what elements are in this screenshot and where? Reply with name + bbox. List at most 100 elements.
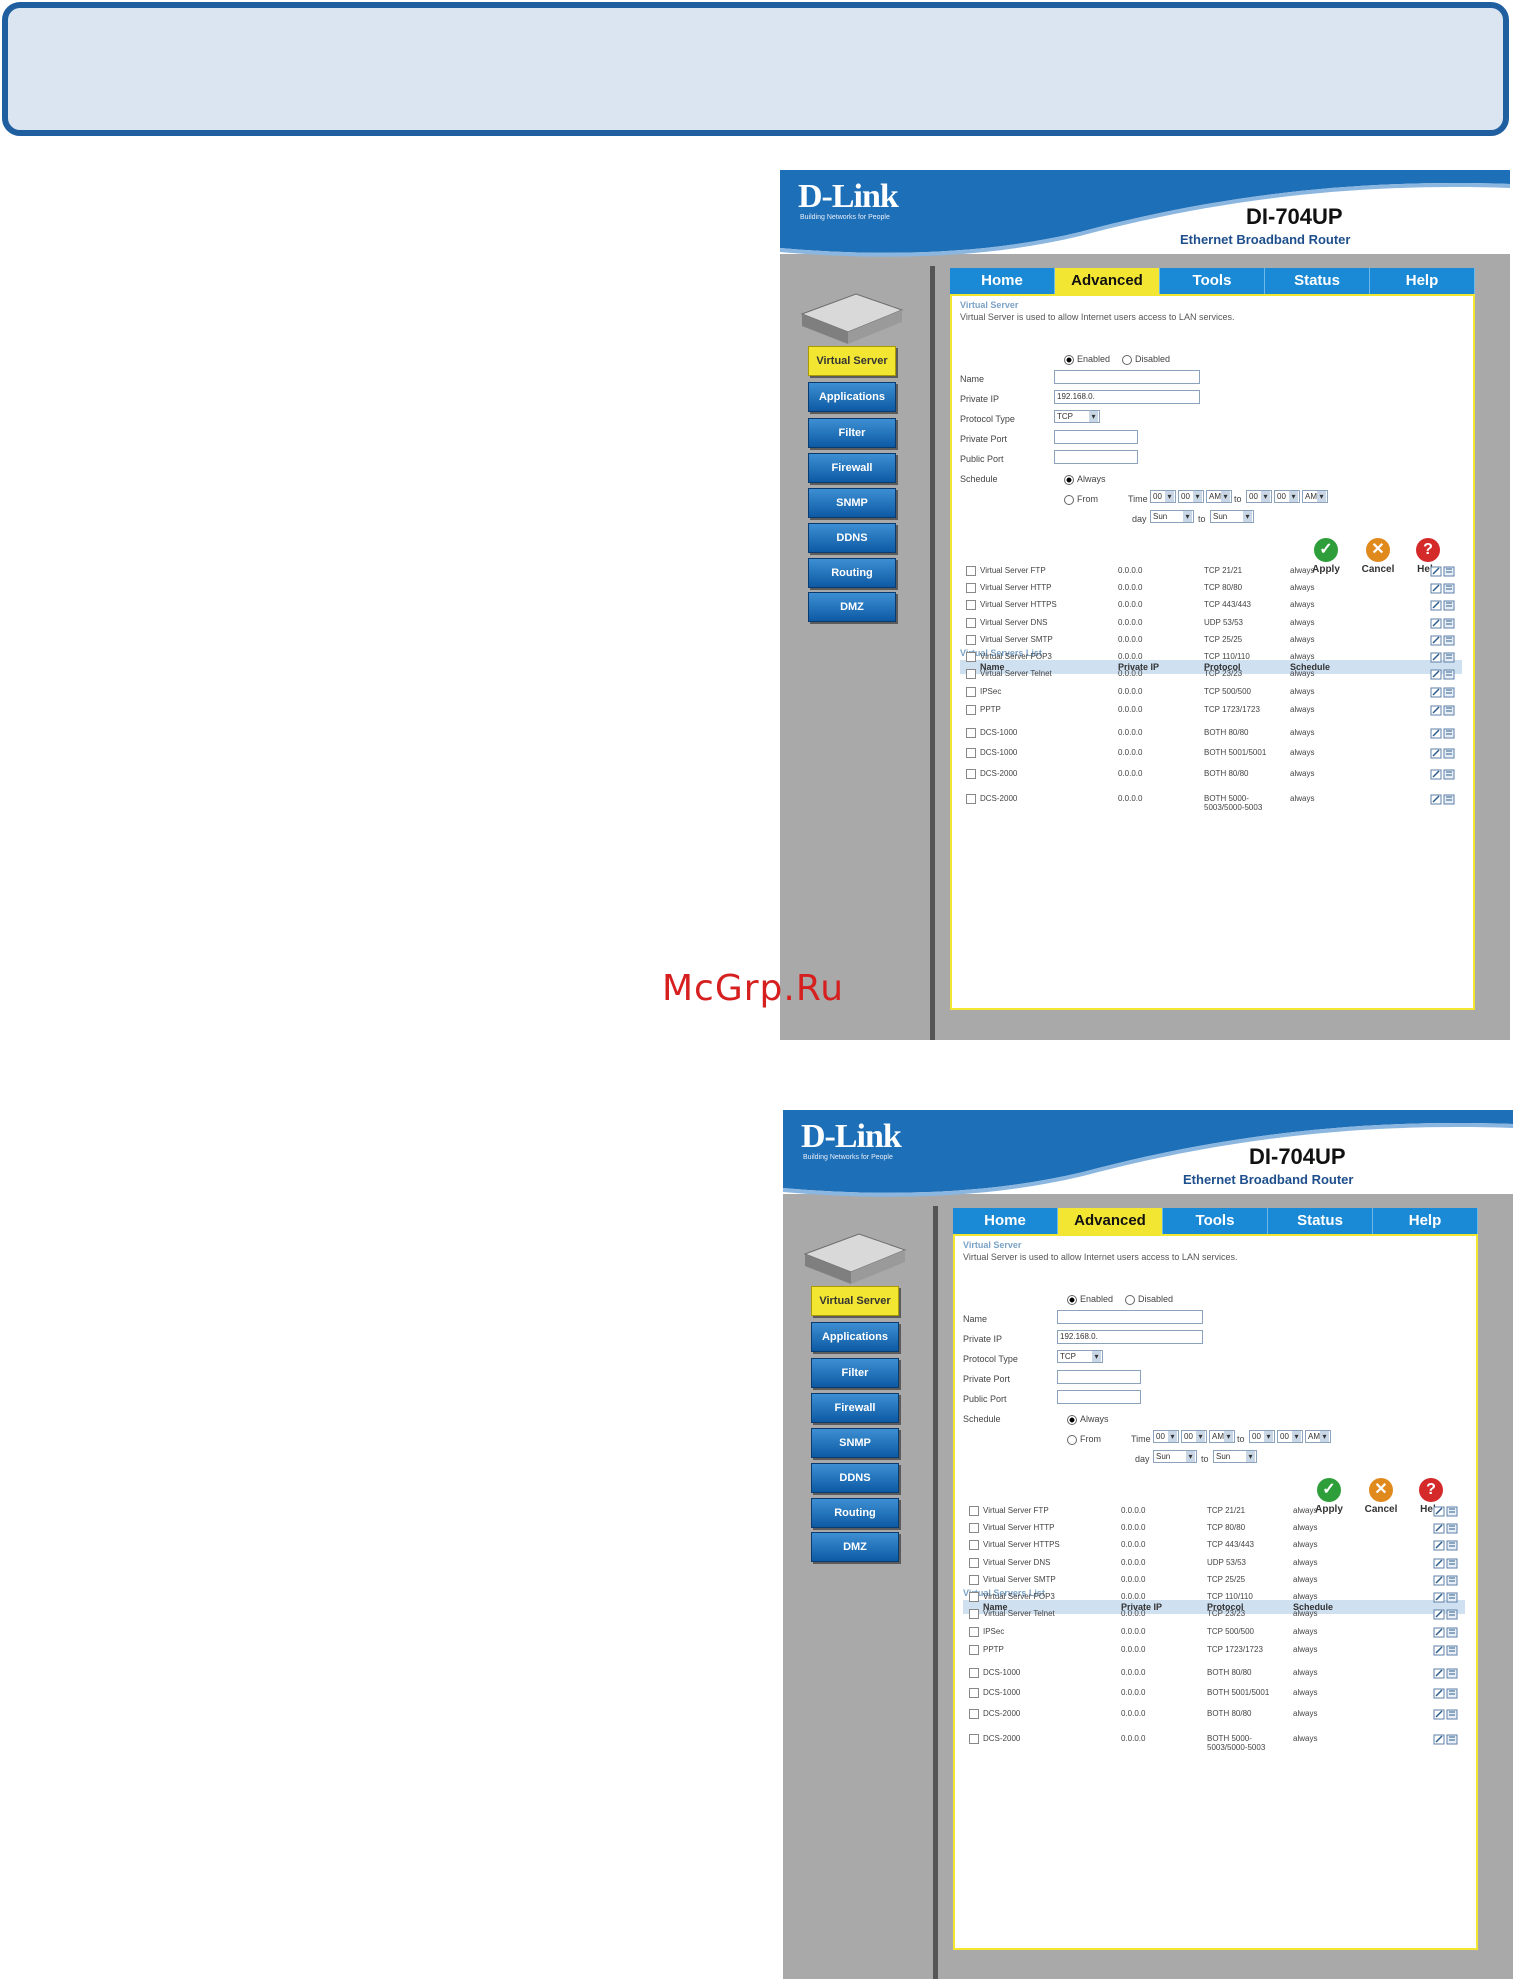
sidebar-item-firewall[interactable]: Firewall bbox=[808, 453, 896, 483]
day-from-select[interactable]: Sun bbox=[1150, 510, 1194, 523]
edit-delete-icon[interactable] bbox=[1430, 566, 1456, 577]
tab-tools[interactable]: Tools bbox=[1160, 268, 1265, 294]
edit-delete-icon[interactable] bbox=[1430, 583, 1456, 594]
time-to-minute-select[interactable]: 00 bbox=[1274, 490, 1300, 503]
sidebar-item-ddns[interactable]: DDNS bbox=[808, 523, 896, 553]
sidebar-item-virtual-server[interactable]: Virtual Server bbox=[808, 346, 896, 376]
edit-delete-icon[interactable] bbox=[1433, 1645, 1459, 1656]
sidebar-item-snmp[interactable]: SNMP bbox=[811, 1428, 899, 1458]
row-checkbox[interactable] bbox=[966, 748, 976, 758]
row-checkbox[interactable] bbox=[969, 1523, 979, 1533]
sidebar-item-filter[interactable]: Filter bbox=[808, 418, 896, 448]
time-from-ampm-select[interactable]: AM bbox=[1209, 1430, 1235, 1443]
sidebar-item-applications[interactable]: Applications bbox=[808, 382, 896, 412]
row-checkbox[interactable] bbox=[969, 1668, 979, 1678]
schedule-always-option[interactable]: Always bbox=[1067, 1414, 1109, 1425]
row-checkbox[interactable] bbox=[966, 566, 976, 576]
edit-delete-icon[interactable] bbox=[1430, 600, 1456, 611]
edit-delete-icon[interactable] bbox=[1433, 1668, 1459, 1679]
row-checkbox[interactable] bbox=[966, 794, 976, 804]
row-checkbox[interactable] bbox=[966, 600, 976, 610]
sidebar-item-routing[interactable]: Routing bbox=[808, 558, 896, 588]
sidebar-item-filter[interactable]: Filter bbox=[811, 1358, 899, 1388]
time-to-ampm-select[interactable]: AM bbox=[1302, 490, 1328, 503]
edit-delete-icon[interactable] bbox=[1433, 1609, 1459, 1620]
private-ip-input[interactable]: 192.168.0. bbox=[1054, 390, 1200, 404]
tab-home[interactable]: Home bbox=[950, 268, 1055, 294]
from-radio[interactable] bbox=[1064, 494, 1074, 505]
day-to-select[interactable]: Sun bbox=[1213, 1450, 1257, 1463]
always-radio[interactable] bbox=[1064, 474, 1074, 485]
private-port-input[interactable] bbox=[1057, 1370, 1141, 1384]
name-input[interactable] bbox=[1054, 370, 1200, 384]
protocol-type-select[interactable]: TCP bbox=[1054, 410, 1100, 423]
day-to-select[interactable]: Sun bbox=[1210, 510, 1254, 523]
sidebar-item-firewall[interactable]: Firewall bbox=[811, 1393, 899, 1423]
time-to-minute-select[interactable]: 00 bbox=[1277, 1430, 1303, 1443]
edit-delete-icon[interactable] bbox=[1430, 705, 1456, 716]
edit-delete-icon[interactable] bbox=[1430, 669, 1456, 680]
tab-advanced[interactable]: Advanced bbox=[1055, 268, 1160, 294]
from-radio[interactable] bbox=[1067, 1434, 1077, 1445]
time-to-hour-select[interactable]: 00 bbox=[1246, 490, 1272, 503]
time-from-hour-select[interactable]: 00 bbox=[1150, 490, 1176, 503]
protocol-type-select[interactable]: TCP bbox=[1057, 1350, 1103, 1363]
time-from-minute-select[interactable]: 00 bbox=[1181, 1430, 1207, 1443]
row-checkbox[interactable] bbox=[969, 1592, 979, 1602]
edit-delete-icon[interactable] bbox=[1430, 748, 1456, 759]
disabled-radio[interactable] bbox=[1125, 1294, 1135, 1305]
edit-delete-icon[interactable] bbox=[1430, 769, 1456, 780]
row-checkbox[interactable] bbox=[969, 1575, 979, 1585]
tab-advanced[interactable]: Advanced bbox=[1058, 1208, 1163, 1234]
row-checkbox[interactable] bbox=[969, 1609, 979, 1619]
time-to-ampm-select[interactable]: AM bbox=[1305, 1430, 1331, 1443]
name-input[interactable] bbox=[1057, 1310, 1203, 1324]
schedule-from-option[interactable]: From bbox=[1067, 1434, 1101, 1445]
row-checkbox[interactable] bbox=[969, 1558, 979, 1568]
row-checkbox[interactable] bbox=[966, 652, 976, 662]
row-checkbox[interactable] bbox=[966, 687, 976, 697]
edit-delete-icon[interactable] bbox=[1433, 1627, 1459, 1638]
tab-help[interactable]: Help bbox=[1373, 1208, 1478, 1234]
public-port-input[interactable] bbox=[1057, 1390, 1141, 1404]
sidebar-item-applications[interactable]: Applications bbox=[811, 1322, 899, 1352]
time-from-hour-select[interactable]: 00 bbox=[1153, 1430, 1179, 1443]
edit-delete-icon[interactable] bbox=[1433, 1506, 1459, 1517]
schedule-always-option[interactable]: Always bbox=[1064, 474, 1106, 485]
row-checkbox[interactable] bbox=[966, 769, 976, 779]
enabled-radio[interactable] bbox=[1064, 354, 1074, 365]
edit-delete-icon[interactable] bbox=[1430, 618, 1456, 629]
edit-delete-icon[interactable] bbox=[1430, 635, 1456, 646]
tab-home[interactable]: Home bbox=[953, 1208, 1058, 1234]
row-checkbox[interactable] bbox=[969, 1506, 979, 1516]
disabled-radio[interactable] bbox=[1122, 354, 1132, 365]
edit-delete-icon[interactable] bbox=[1430, 728, 1456, 739]
row-checkbox[interactable] bbox=[969, 1734, 979, 1744]
cancel-button[interactable]: ✕ Cancel bbox=[1361, 1478, 1401, 1515]
edit-delete-icon[interactable] bbox=[1433, 1575, 1459, 1586]
public-port-input[interactable] bbox=[1054, 450, 1138, 464]
edit-delete-icon[interactable] bbox=[1433, 1688, 1459, 1699]
row-checkbox[interactable] bbox=[966, 728, 976, 738]
sidebar-item-snmp[interactable]: SNMP bbox=[808, 488, 896, 518]
disabled-option[interactable]: Disabled bbox=[1122, 354, 1170, 365]
row-checkbox[interactable] bbox=[966, 669, 976, 679]
sidebar-item-dmz[interactable]: DMZ bbox=[811, 1532, 899, 1562]
edit-delete-icon[interactable] bbox=[1433, 1734, 1459, 1745]
enabled-option[interactable]: Enabled bbox=[1067, 1294, 1113, 1305]
enabled-option[interactable]: Enabled bbox=[1064, 354, 1110, 365]
sidebar-item-ddns[interactable]: DDNS bbox=[811, 1463, 899, 1493]
row-checkbox[interactable] bbox=[966, 618, 976, 628]
row-checkbox[interactable] bbox=[969, 1645, 979, 1655]
tab-status[interactable]: Status bbox=[1268, 1208, 1373, 1234]
private-port-input[interactable] bbox=[1054, 430, 1138, 444]
tab-status[interactable]: Status bbox=[1265, 268, 1370, 294]
cancel-button[interactable]: ✕ Cancel bbox=[1358, 538, 1398, 575]
sidebar-item-virtual-server[interactable]: Virtual Server bbox=[811, 1286, 899, 1316]
edit-delete-icon[interactable] bbox=[1430, 652, 1456, 663]
edit-delete-icon[interactable] bbox=[1430, 794, 1456, 805]
edit-delete-icon[interactable] bbox=[1430, 687, 1456, 698]
row-checkbox[interactable] bbox=[969, 1540, 979, 1550]
edit-delete-icon[interactable] bbox=[1433, 1523, 1459, 1534]
schedule-from-option[interactable]: From bbox=[1064, 494, 1098, 505]
